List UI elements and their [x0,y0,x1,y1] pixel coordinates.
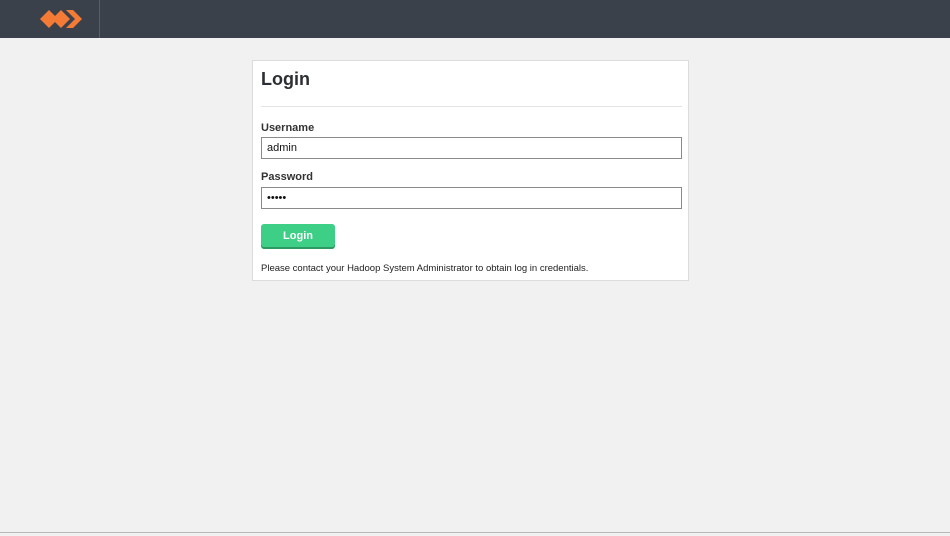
top-navigation-bar [0,0,950,38]
password-input[interactable] [261,187,682,209]
orange-diamonds-logo-icon [40,10,82,28]
password-label: Password [261,171,313,183]
logo-area[interactable] [0,0,100,38]
title-divider [261,106,682,107]
login-panel: Login Username Password Login Please con… [252,60,689,281]
bottom-border [0,532,950,533]
login-button[interactable]: Login [261,224,335,247]
login-title: Login [261,69,310,89]
username-label: Username [261,122,315,134]
username-input[interactable] [261,137,682,159]
credentials-help-text: Please contact your Hadoop System Admini… [261,263,589,274]
